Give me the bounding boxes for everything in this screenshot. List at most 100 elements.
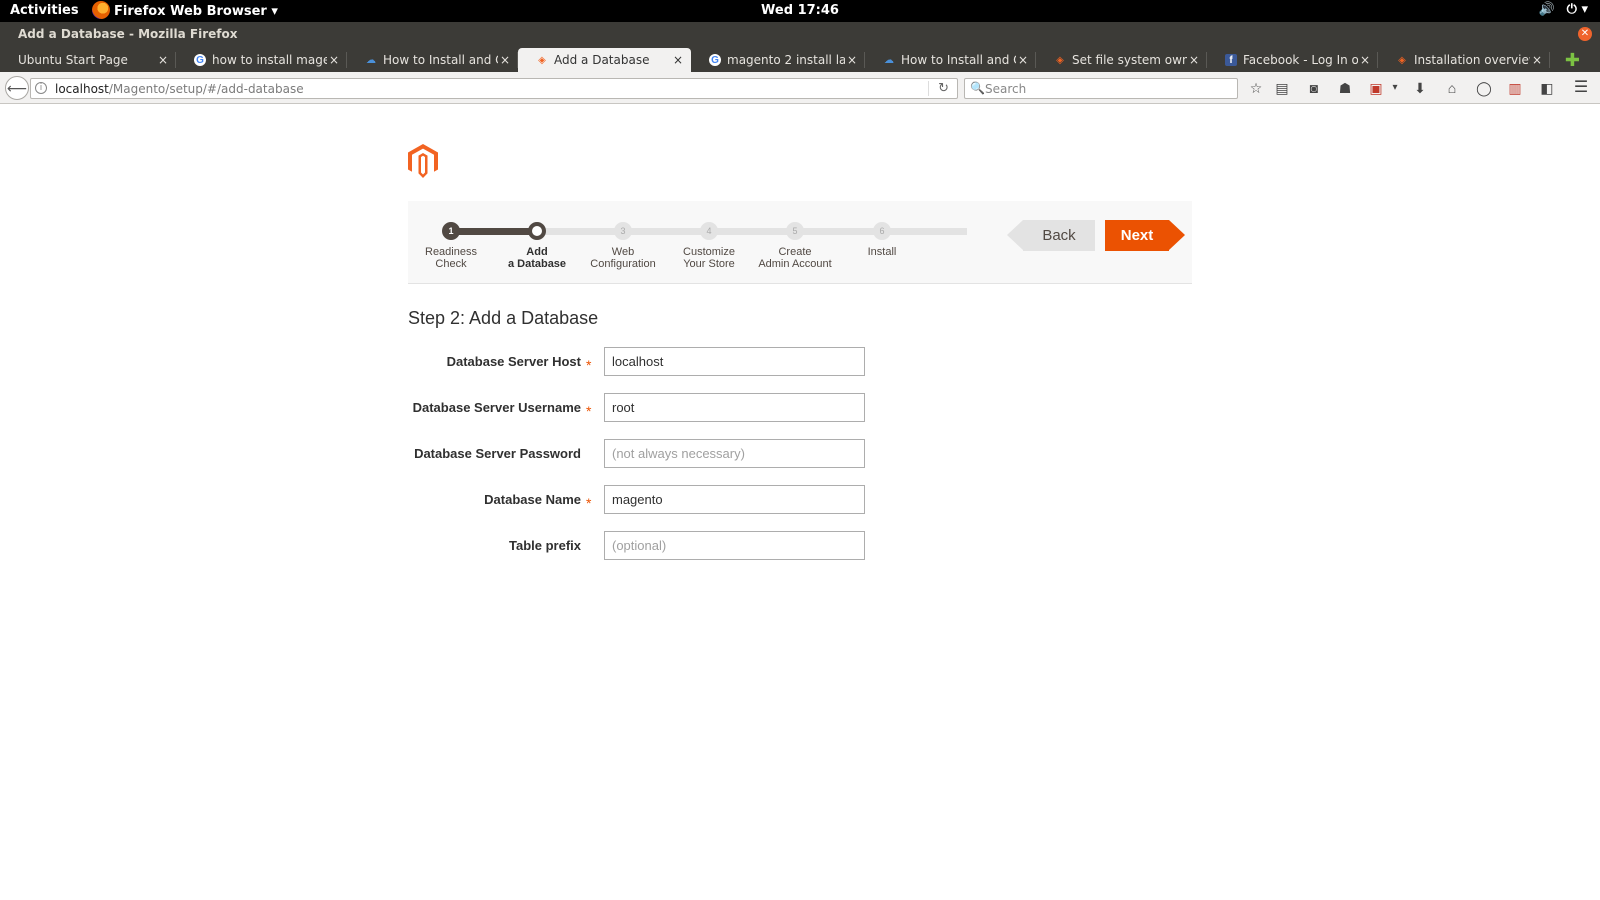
tab-strip: ✚ Ubuntu Start Page × Ghow to install mage… [0,46,1600,72]
db-host-input[interactable] [604,347,865,376]
tab-5[interactable]: Gmagento 2 install la…× [691,48,865,72]
tab-close-icon[interactable]: × [327,53,341,67]
magento-icon: ◈ [538,54,546,66]
table-prefix-input[interactable] [604,531,865,560]
chat-icon[interactable]: ◯ [1475,79,1493,97]
db-password-input[interactable] [604,439,865,468]
downloads-icon[interactable]: ⬇ [1411,79,1429,97]
step-4-indicator: 4 [700,222,718,240]
clock[interactable]: Wed 17:46 [0,3,1600,18]
wizard-progress-bar: Back Next 1 Readiness Check Add a Database 3 W… [408,201,1192,284]
tab-7[interactable]: ◈ Set file system own…× [1036,48,1207,72]
reload-icon[interactable]: ↻ [938,81,949,96]
step-label-line2: a Database [507,258,567,270]
progress-track-completed [451,228,537,235]
new-tab-icon[interactable]: ✚ [1565,50,1580,71]
step-label-line1: Install [867,246,897,258]
tab-close-icon[interactable]: × [1358,53,1372,67]
url-bar[interactable]: i localhost/Magento/setup/#/add-database… [30,78,958,99]
tab-close-icon[interactable]: × [845,53,859,67]
tab-label: Installation overview [1414,53,1530,67]
tab-8[interactable]: f Facebook - Log In o…× [1207,48,1378,72]
search-placeholder: Search [985,82,1027,96]
step-2-label: Add a Database [487,246,587,270]
step-label-line2: Admin Account [758,258,832,270]
step-label-line2: Check [435,258,467,270]
step-label-line1: Create [778,246,812,258]
site-info-icon[interactable]: i [35,82,47,94]
db-password-row: Database Server Password [408,439,868,469]
tab-close-icon[interactable]: × [1187,53,1201,67]
tab-label: How to Install and C… [901,53,1016,67]
tab-close-icon[interactable]: × [1016,53,1030,67]
chevron-down-icon[interactable]: ▾ [1386,79,1404,97]
magento-icon: ◈ [1398,54,1406,66]
tab-4[interactable]: ◈ Add a Database × [518,48,691,72]
step-label-line1: Readiness [425,246,477,258]
step-label-line2: Configuration [590,258,656,270]
step-2-indicator [528,222,546,240]
magento-icon: ◈ [1056,54,1064,66]
system-tray[interactable]: 🔊 ⏻ ▾ [1538,2,1588,17]
db-name-row: Database Name * [408,485,868,515]
tab-2[interactable]: Ghow to install mage…× [176,48,347,72]
bookmark-star-icon[interactable]: ☆ [1247,79,1265,97]
cloud-icon: ☁ [366,54,376,66]
pocket-icon[interactable]: ◙ [1305,79,1323,97]
step-3-label: Web Configuration [573,246,673,270]
step-1-label: Readiness Check [401,246,501,270]
library-icon[interactable]: ▥ [1506,79,1524,97]
tab-close-icon[interactable]: × [671,53,685,67]
hamburger-menu-icon[interactable]: ☰ [1572,79,1590,97]
step-5-indicator: 5 [786,222,804,240]
url-host: localhost [55,82,109,96]
step-title: Step 2: Add a Database [408,308,599,328]
step-6-indicator: 6 [873,222,891,240]
tab-separator [1549,52,1550,68]
download-helper-icon[interactable]: ▣ [1367,79,1385,97]
next-button[interactable]: Next [1105,220,1185,251]
db-name-input[interactable] [604,485,865,514]
power-icon[interactable]: ⏻ ▾ [1567,2,1588,17]
tab-label: Set file system own… [1072,53,1187,67]
back-button-wizard[interactable]: Back [1007,220,1095,251]
back-button[interactable]: ⟵ [5,76,29,100]
db-name-label: Database Name [484,492,581,507]
tab-label: How to Install and C… [383,53,498,67]
table-prefix-row: Table prefix [408,531,868,561]
sidebar-icon[interactable]: ◧ [1538,79,1556,97]
extension-icon[interactable]: ☗ [1336,79,1354,97]
step-5-label: Create Admin Account [745,246,845,270]
tab-close-icon[interactable]: × [498,53,512,67]
url-text: localhost/Magento/setup/#/add-database [55,82,304,96]
tab-9[interactable]: ◈ Installation overview × [1378,48,1550,72]
window-close-icon[interactable]: ✕ [1578,27,1592,41]
reading-list-icon[interactable]: ▤ [1273,79,1291,97]
required-marker: * [586,357,592,373]
step-3-indicator: 3 [614,222,632,240]
tab-label: Add a Database [554,53,650,67]
db-username-row: Database Server Username * [408,393,868,423]
tab-1[interactable]: Ubuntu Start Page × [0,48,176,72]
sound-icon[interactable]: 🔊 [1538,2,1554,17]
magento-logo [408,144,438,178]
tab-label: Facebook - Log In o… [1243,53,1358,67]
db-username-input[interactable] [604,393,865,422]
search-bar[interactable]: 🔍 Search [964,78,1238,99]
tab-6[interactable]: ☁ How to Install and C…× [865,48,1036,72]
db-username-label: Database Server Username [412,400,581,415]
url-path: /Magento/setup/#/add-database [108,82,304,96]
table-prefix-label: Table prefix [508,538,581,553]
step-label-line2: Your Store [683,258,735,270]
window-title-bar: Add a Database - Mozilla Firefox ✕ [0,22,1600,46]
db-host-row: Database Server Host * [408,347,868,377]
home-icon[interactable]: ⌂ [1443,79,1461,97]
step-4-label: Customize Your Store [659,246,759,270]
tab-close-icon[interactable]: × [1530,53,1544,67]
tab-3[interactable]: ☁ How to Install and C…× [347,48,518,72]
tab-label: Ubuntu Start Page [18,53,128,67]
tab-close-icon[interactable]: × [156,53,170,67]
db-host-label: Database Server Host [446,354,581,369]
gnome-top-bar: Activities Firefox Web Browser ▾ Wed 17:… [0,0,1600,22]
step-label-line1: Add [526,246,548,258]
